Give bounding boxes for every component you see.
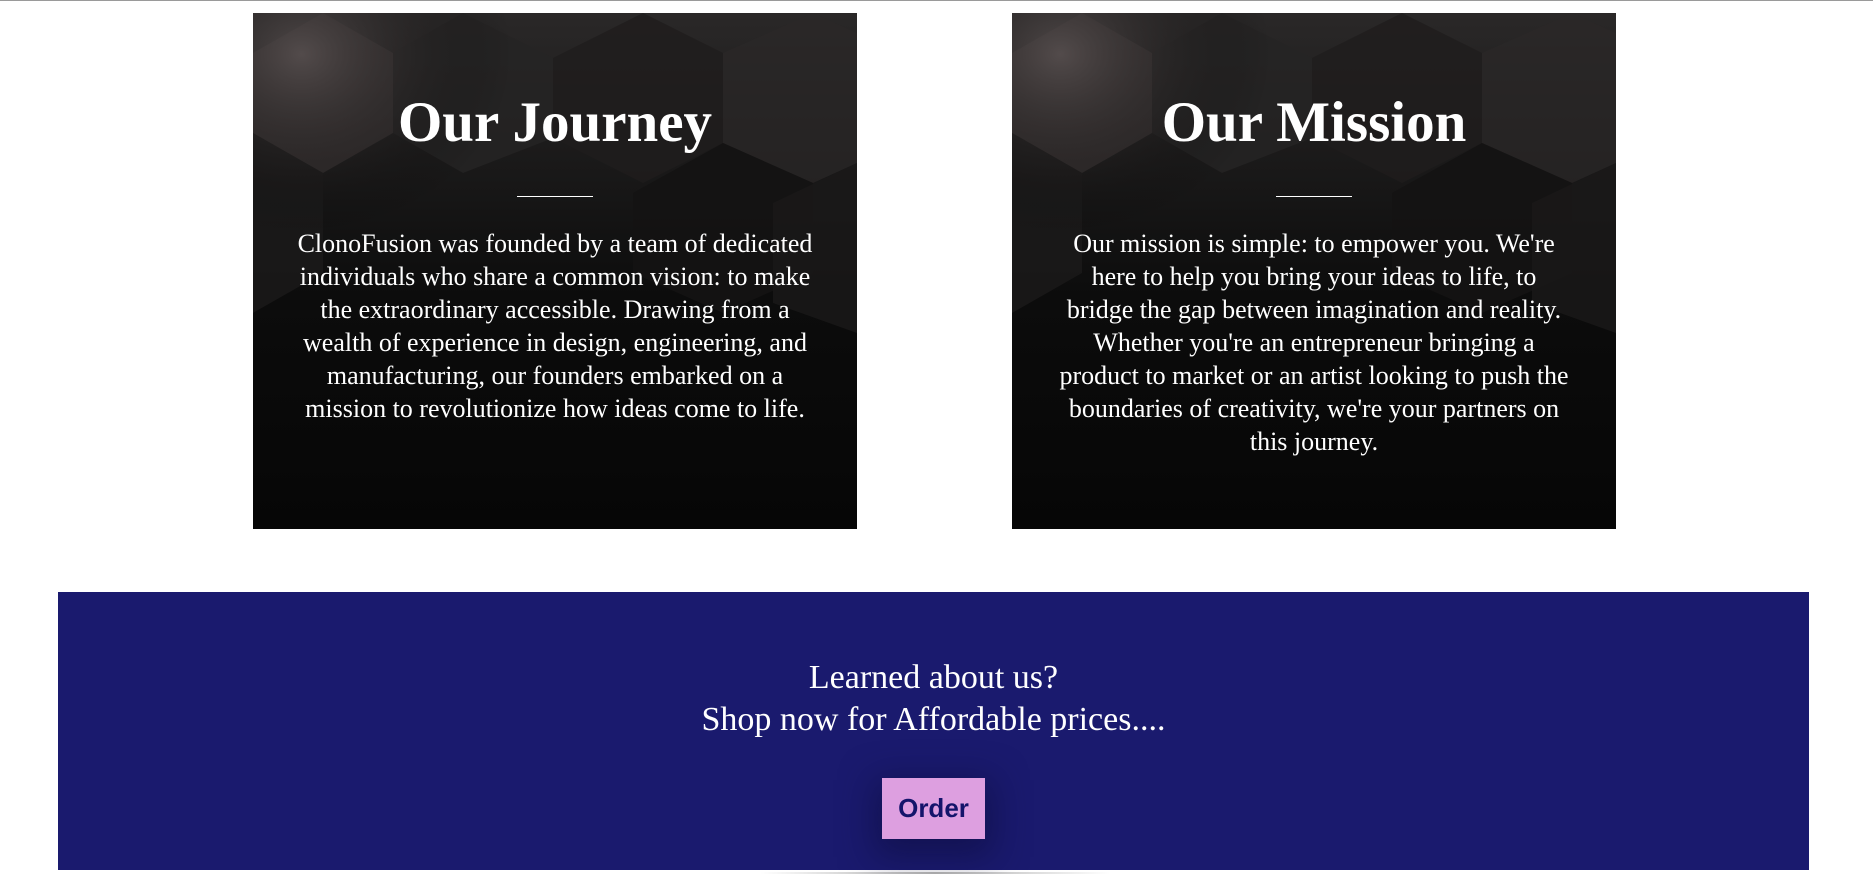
mission-card: Our Mission Our mission is simple: to em… (1012, 13, 1616, 529)
journey-title-divider (517, 196, 593, 197)
order-button[interactable]: Order (882, 778, 985, 839)
cta-subheading: Shop now for Affordable prices.... (701, 701, 1166, 738)
shop-cta-banner: Learned about us? Shop now for Affordabl… (58, 592, 1809, 870)
mission-title-divider (1276, 196, 1352, 197)
mission-title: Our Mission (1161, 91, 1467, 154)
cta-heading: Learned about us? (808, 659, 1059, 696)
journey-text: ClonoFusion was founded by a team of ded… (297, 229, 813, 423)
journey-title: Our Journey (397, 91, 713, 154)
top-divider (0, 0, 1873, 1)
mission-text: Our mission is simple: to empower you. W… (1059, 229, 1569, 456)
journey-card: Our Journey ClonoFusion was founded by a… (253, 13, 857, 529)
